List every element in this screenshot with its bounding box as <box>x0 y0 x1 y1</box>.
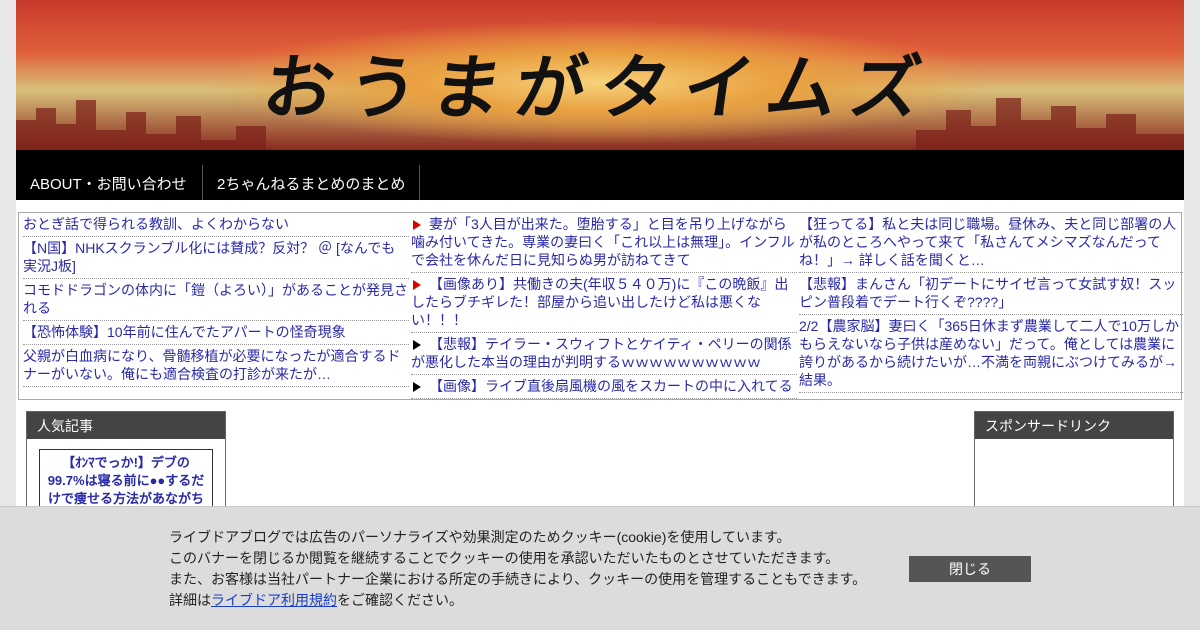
feed-link[interactable]: 【画像】ライブ直後扇風機の風をスカートの中に入れてる <box>411 375 797 399</box>
consent-suffix: をご確認ください。 <box>337 592 463 608</box>
black-arrow-icon <box>413 340 421 351</box>
feed-link[interactable]: 【悲報】テイラー・スウィフトとケイティ・ペリーの関係が悪化した本当の理由が判明す… <box>411 333 797 375</box>
terms-link[interactable]: ライブドア利用規約 <box>211 592 337 608</box>
widget-title: スポンサードリンク <box>975 412 1173 439</box>
feed-link[interactable]: コモドドラゴンの体内に「鎧（よろい）」があることが発見される <box>23 279 409 321</box>
feed-link[interactable]: 【悲報】まんさん「初デートにサイゼ言って女試す奴！スッピン普段着でデート行くぞ?… <box>799 273 1183 315</box>
feed-link[interactable]: 【N国】NHKスクランブル化には賛成？反対？ ＠ [なんでも実況J板] <box>23 237 409 279</box>
feed-column-3: 【狂ってる】私と夫は同じ職場。昼休み、夫と同じ部署の人が私のところへやって来て「… <box>799 213 1183 399</box>
feed-link[interactable]: 2/2【農家脳】妻曰く「365日休まず農業して二人で10万しかもらえないなら子供… <box>799 315 1183 393</box>
consent-line: 詳細はライブドア利用規約をご確認ください。 <box>169 590 866 611</box>
feed-link-text: 妻が「3人目が出来た。堕胎する」と目を吊り上げながら噛み付いてきた。専業の妻曰く… <box>411 216 795 268</box>
feed-link[interactable]: 【狂ってる】私と夫は同じ職場。昼休み、夫と同じ部署の人が私のところへやって来て「… <box>799 213 1183 273</box>
red-arrow-icon <box>413 220 421 231</box>
feed-link[interactable]: 父親が白血病になり、骨髄移植が必要になったが適合するドナーがいない。俺にも適合検… <box>23 345 409 387</box>
cookie-consent-text: ライブドアブログでは広告のパーソナライズや効果測定のためクッキー(cookie)… <box>169 527 866 611</box>
cookie-consent-banner: ライブドアブログでは広告のパーソナライズや効果測定のためクッキー(cookie)… <box>0 506 1200 630</box>
consent-line: ライブドアブログでは広告のパーソナライズや効果測定のためクッキー(cookie)… <box>169 529 791 545</box>
feed-link-text: 【画像あり】共働きの夫(年収５４０万)に『この晩飯』出したらブチギレた！部屋から… <box>411 276 789 328</box>
site-logo-title: おうまがタイムズ <box>258 46 941 129</box>
article-feed: おとぎ話で得られる教訓、よくわからない 【N国】NHKスクランブル化には賛成？反… <box>18 212 1183 400</box>
consent-prefix: 詳細は <box>169 592 211 608</box>
feed-link[interactable]: 【恐怖体験】10年前に住んでたアパートの怪奇現象 <box>23 321 409 345</box>
consent-line: また、お客様は当社パートナー企業における所定の手続きにより、クッキーの使用を管理… <box>169 571 867 587</box>
feed-link[interactable]: おとぎ話で得られる教訓、よくわからない <box>23 213 409 237</box>
sponsored-links-widget: スポンサードリンク <box>974 411 1174 521</box>
nav-item-matome[interactable]: 2ちゃんねるまとめのまとめ <box>202 165 421 200</box>
black-arrow-icon <box>413 382 421 393</box>
consent-line: このバナーを閉じるか閲覧を継続することでクッキーの使用を承認いただいたものとさせ… <box>169 550 840 566</box>
popular-articles-widget: 人気記事 【ｵﾝﾏでっか!】デブの99.7%は寝る前に●●するだけで痩せる方法が… <box>26 411 226 531</box>
feed-link-text: 【画像】ライブ直後扇風機の風をスカートの中に入れてる <box>429 378 793 394</box>
nav-item-about[interactable]: ABOUT・お問い合わせ <box>16 165 201 200</box>
feed-column-2: 妻が「3人目が出来た。堕胎する」と目を吊り上げながら噛み付いてきた。専業の妻曰く… <box>411 213 797 399</box>
widget-title: 人気記事 <box>27 412 225 439</box>
red-arrow-icon <box>413 280 421 291</box>
feed-link[interactable]: 【画像あり】共働きの夫(年収５４０万)に『この晩飯』出したらブチギレた！部屋から… <box>411 273 797 333</box>
feed-link[interactable]: 妻が「3人目が出来た。堕胎する」と目を吊り上げながら噛み付いてきた。専業の妻曰く… <box>411 213 797 273</box>
site-banner[interactable]: おうまがタイムズ <box>16 0 1184 150</box>
close-button[interactable]: 閉じる <box>909 556 1031 582</box>
feed-column-1: おとぎ話で得られる教訓、よくわからない 【N国】NHKスクランブル化には賛成？反… <box>23 213 409 399</box>
main-nav: ABOUT・お問い合わせ 2ちゃんねるまとめのまとめ <box>16 150 1184 200</box>
feed-link-text: 【悲報】テイラー・スウィフトとケイティ・ペリーの関係が悪化した本当の理由が判明す… <box>411 336 792 370</box>
